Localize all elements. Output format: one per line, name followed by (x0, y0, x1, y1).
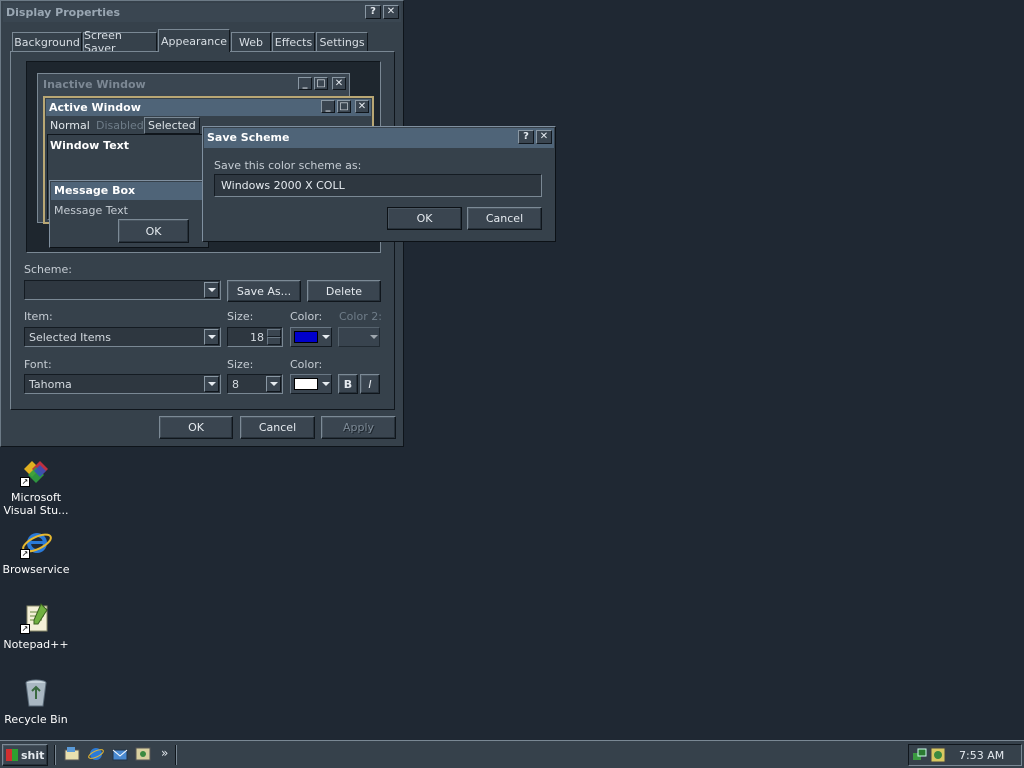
save-scheme-cancel-button[interactable]: Cancel (467, 207, 542, 230)
color2-picker[interactable] (338, 327, 380, 347)
network-icon[interactable] (912, 747, 928, 763)
spin-up-icon[interactable] (267, 329, 281, 337)
start-button[interactable]: shit (2, 744, 48, 766)
tray-app-icon[interactable] (930, 747, 946, 763)
tab-web[interactable]: Web (231, 32, 271, 51)
taskbar: shit » 7:53 AM (0, 740, 1024, 768)
font-size-dropdown[interactable]: 8 (227, 374, 283, 394)
taskbar-separator (54, 745, 56, 765)
windows-logo-icon (6, 749, 18, 761)
recycle-bin-icon (20, 677, 52, 709)
item-label: Item: (24, 310, 53, 323)
item-dropdown[interactable]: Selected Items (24, 327, 221, 347)
close-icon: ✕ (386, 6, 396, 17)
clock[interactable]: 7:53 AM (959, 749, 1004, 762)
font-size-label: Size: (227, 358, 254, 371)
show-desktop-icon[interactable] (64, 746, 80, 762)
save-scheme-dialog: Save Scheme ? ✕ Save this color scheme a… (202, 126, 556, 242)
tab-background[interactable]: Background (12, 32, 82, 51)
tab-effects[interactable]: Effects (272, 32, 315, 51)
spin-down-icon[interactable] (267, 337, 281, 345)
preview-message-box: Message Box Message Text OK (49, 180, 209, 248)
chevron-down-icon[interactable] (266, 376, 281, 392)
font-label: Font: (24, 358, 52, 371)
close-button[interactable]: ✕ (383, 5, 399, 19)
item-color-picker[interactable] (290, 327, 332, 347)
visual-studio-icon: ↗ (20, 455, 52, 487)
italic-button[interactable]: I (360, 374, 380, 394)
preview-menu-selected: Selected (144, 117, 200, 134)
tab-settings[interactable]: Settings (316, 32, 368, 51)
cancel-button[interactable]: Cancel (240, 416, 315, 439)
help-button[interactable]: ? (518, 130, 534, 144)
desktop-icon-notepad-plus-plus[interactable]: ↗ Notepad++ (0, 602, 72, 651)
scheme-name-input[interactable]: Windows 2000 X COLL (214, 174, 542, 197)
item-size-spinner[interactable]: 18 (227, 327, 283, 347)
chevron-down-icon[interactable] (204, 376, 219, 392)
scheme-dropdown[interactable] (24, 280, 221, 300)
notepad-plus-plus-icon: ↗ (20, 602, 52, 634)
font-color-label: Color: (290, 358, 323, 371)
close-icon: ✕ (332, 77, 346, 90)
close-icon: ✕ (539, 131, 549, 142)
preview-menu-disabled: Disabled (96, 119, 144, 132)
chevron-down-icon[interactable] (204, 329, 219, 345)
preview-message-box-title-bar: Message Box (51, 182, 207, 200)
tab-appearance[interactable]: Appearance (158, 29, 230, 52)
color-swatch (294, 331, 318, 343)
chevron-down-icon[interactable] (204, 282, 219, 298)
close-button[interactable]: ✕ (536, 130, 552, 144)
ok-button[interactable]: OK (159, 416, 233, 439)
preview-window-text: Window Text (50, 139, 130, 152)
preview-message-text: Message Text (54, 204, 128, 217)
desktop-icon-recycle-bin[interactable]: Recycle Bin (0, 677, 72, 726)
apply-button[interactable]: Apply (321, 416, 396, 439)
bold-button[interactable]: B (338, 374, 358, 394)
close-icon: ✕ (355, 100, 369, 113)
shortcut-arrow-icon: ↗ (20, 477, 30, 487)
internet-explorer-icon[interactable] (88, 746, 104, 762)
media-player-icon[interactable] (135, 746, 151, 762)
shortcut-arrow-icon: ↗ (20, 624, 30, 634)
chevron-down-icon (322, 335, 330, 339)
scheme-label: Scheme: (24, 263, 72, 276)
desktop-icon-browservice[interactable]: ↗ Browservice (0, 527, 72, 576)
item-size-label: Size: (227, 310, 254, 323)
system-tray: 7:53 AM (908, 744, 1022, 766)
color2-label: Color 2: (339, 310, 382, 323)
item-color-label: Color: (290, 310, 323, 323)
outlook-express-icon[interactable] (112, 746, 128, 762)
save-scheme-ok-button[interactable]: OK (387, 207, 462, 230)
help-button[interactable]: ? (365, 5, 381, 19)
preview-menu-normal: Normal (50, 119, 90, 132)
preview-ok-button: OK (118, 219, 189, 243)
shortcut-arrow-icon: ↗ (20, 549, 30, 559)
desktop-icon-visual-studio[interactable]: ↗ Microsoft Visual Stu... (0, 455, 72, 517)
save-scheme-prompt: Save this color scheme as: (214, 159, 362, 172)
taskbar-separator (175, 745, 177, 765)
color-swatch (294, 378, 318, 390)
font-dropdown[interactable]: Tahoma (24, 374, 221, 394)
font-color-picker[interactable] (290, 374, 332, 394)
window-title: Display Properties (6, 6, 121, 19)
window-title-bar[interactable]: Display Properties (3, 3, 401, 22)
chevron-down-icon (322, 382, 330, 386)
minimize-icon: _ (298, 77, 312, 90)
minimize-icon: _ (321, 100, 335, 113)
maximize-icon: □ (314, 77, 328, 90)
internet-explorer-icon: ↗ (20, 527, 52, 559)
maximize-icon: □ (337, 100, 351, 113)
chevron-down-icon (370, 335, 378, 339)
delete-button[interactable]: Delete (307, 280, 381, 302)
tab-screen-saver[interactable]: Screen Saver (83, 29, 157, 55)
quick-launch-chevron[interactable]: » (161, 746, 168, 760)
save-scheme-title-bar[interactable]: Save Scheme (204, 128, 554, 148)
save-as-button[interactable]: Save As... (227, 280, 301, 302)
